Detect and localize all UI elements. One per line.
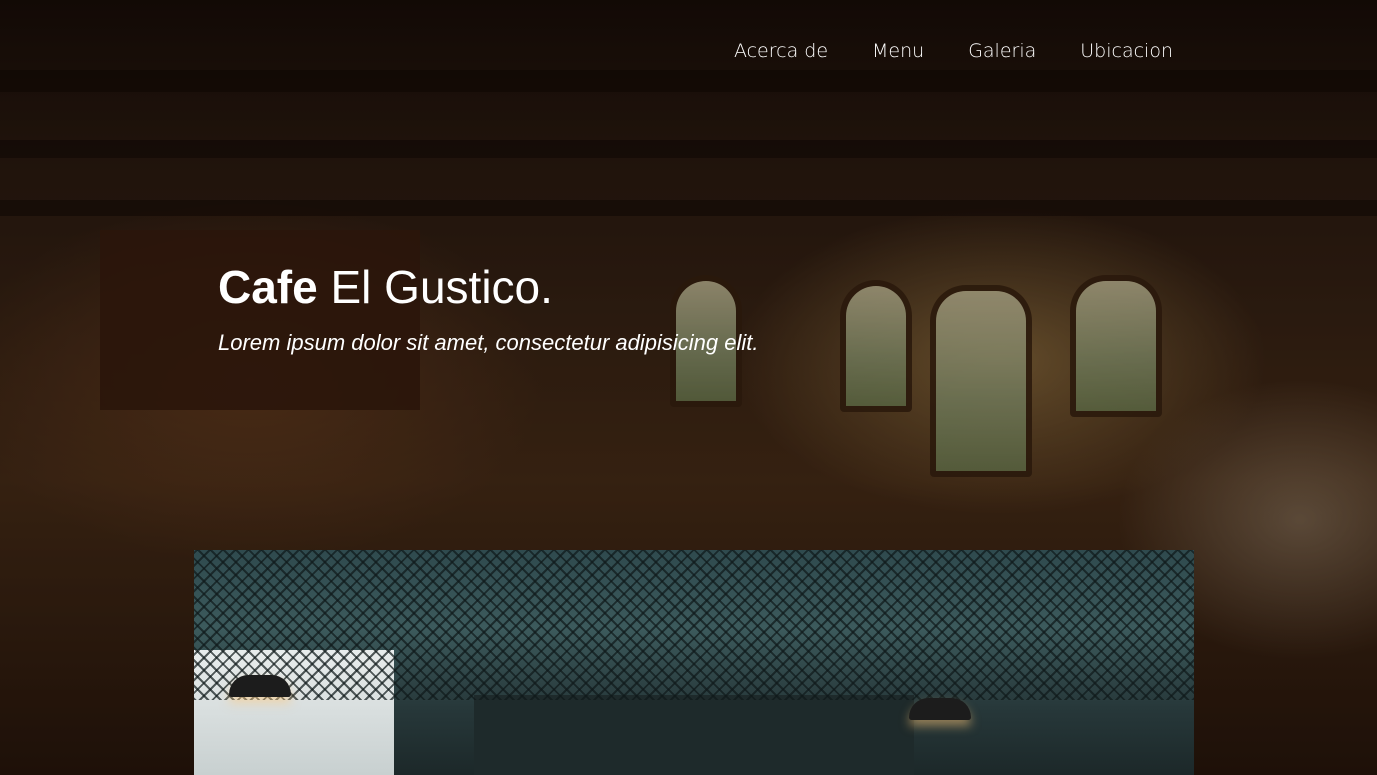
photo-fishing-net	[194, 550, 1194, 700]
nav-link-acerca-de[interactable]: Acerca de	[734, 40, 828, 62]
hero-tagline: Lorem ipsum dolor sit amet, consectetur …	[218, 330, 759, 355]
site-title-bold: Cafe	[218, 261, 318, 313]
nav-link-galeria[interactable]: Galeria	[968, 40, 1036, 62]
pendant-lamp	[229, 675, 291, 697]
photo-bar-counter	[474, 695, 914, 775]
site-title: Cafe El Gustico.	[218, 262, 553, 313]
nav-link-ubicacion[interactable]: Ubicacion	[1080, 40, 1173, 62]
cafe-interior-photo	[194, 550, 1194, 775]
site-title-rest: El Gustico.	[317, 261, 553, 313]
pendant-lamp	[909, 698, 971, 720]
nav-link-menu[interactable]: Menu	[872, 40, 924, 62]
top-navigation: Acerca de Menu Galeria Ubicacion	[734, 40, 1173, 62]
